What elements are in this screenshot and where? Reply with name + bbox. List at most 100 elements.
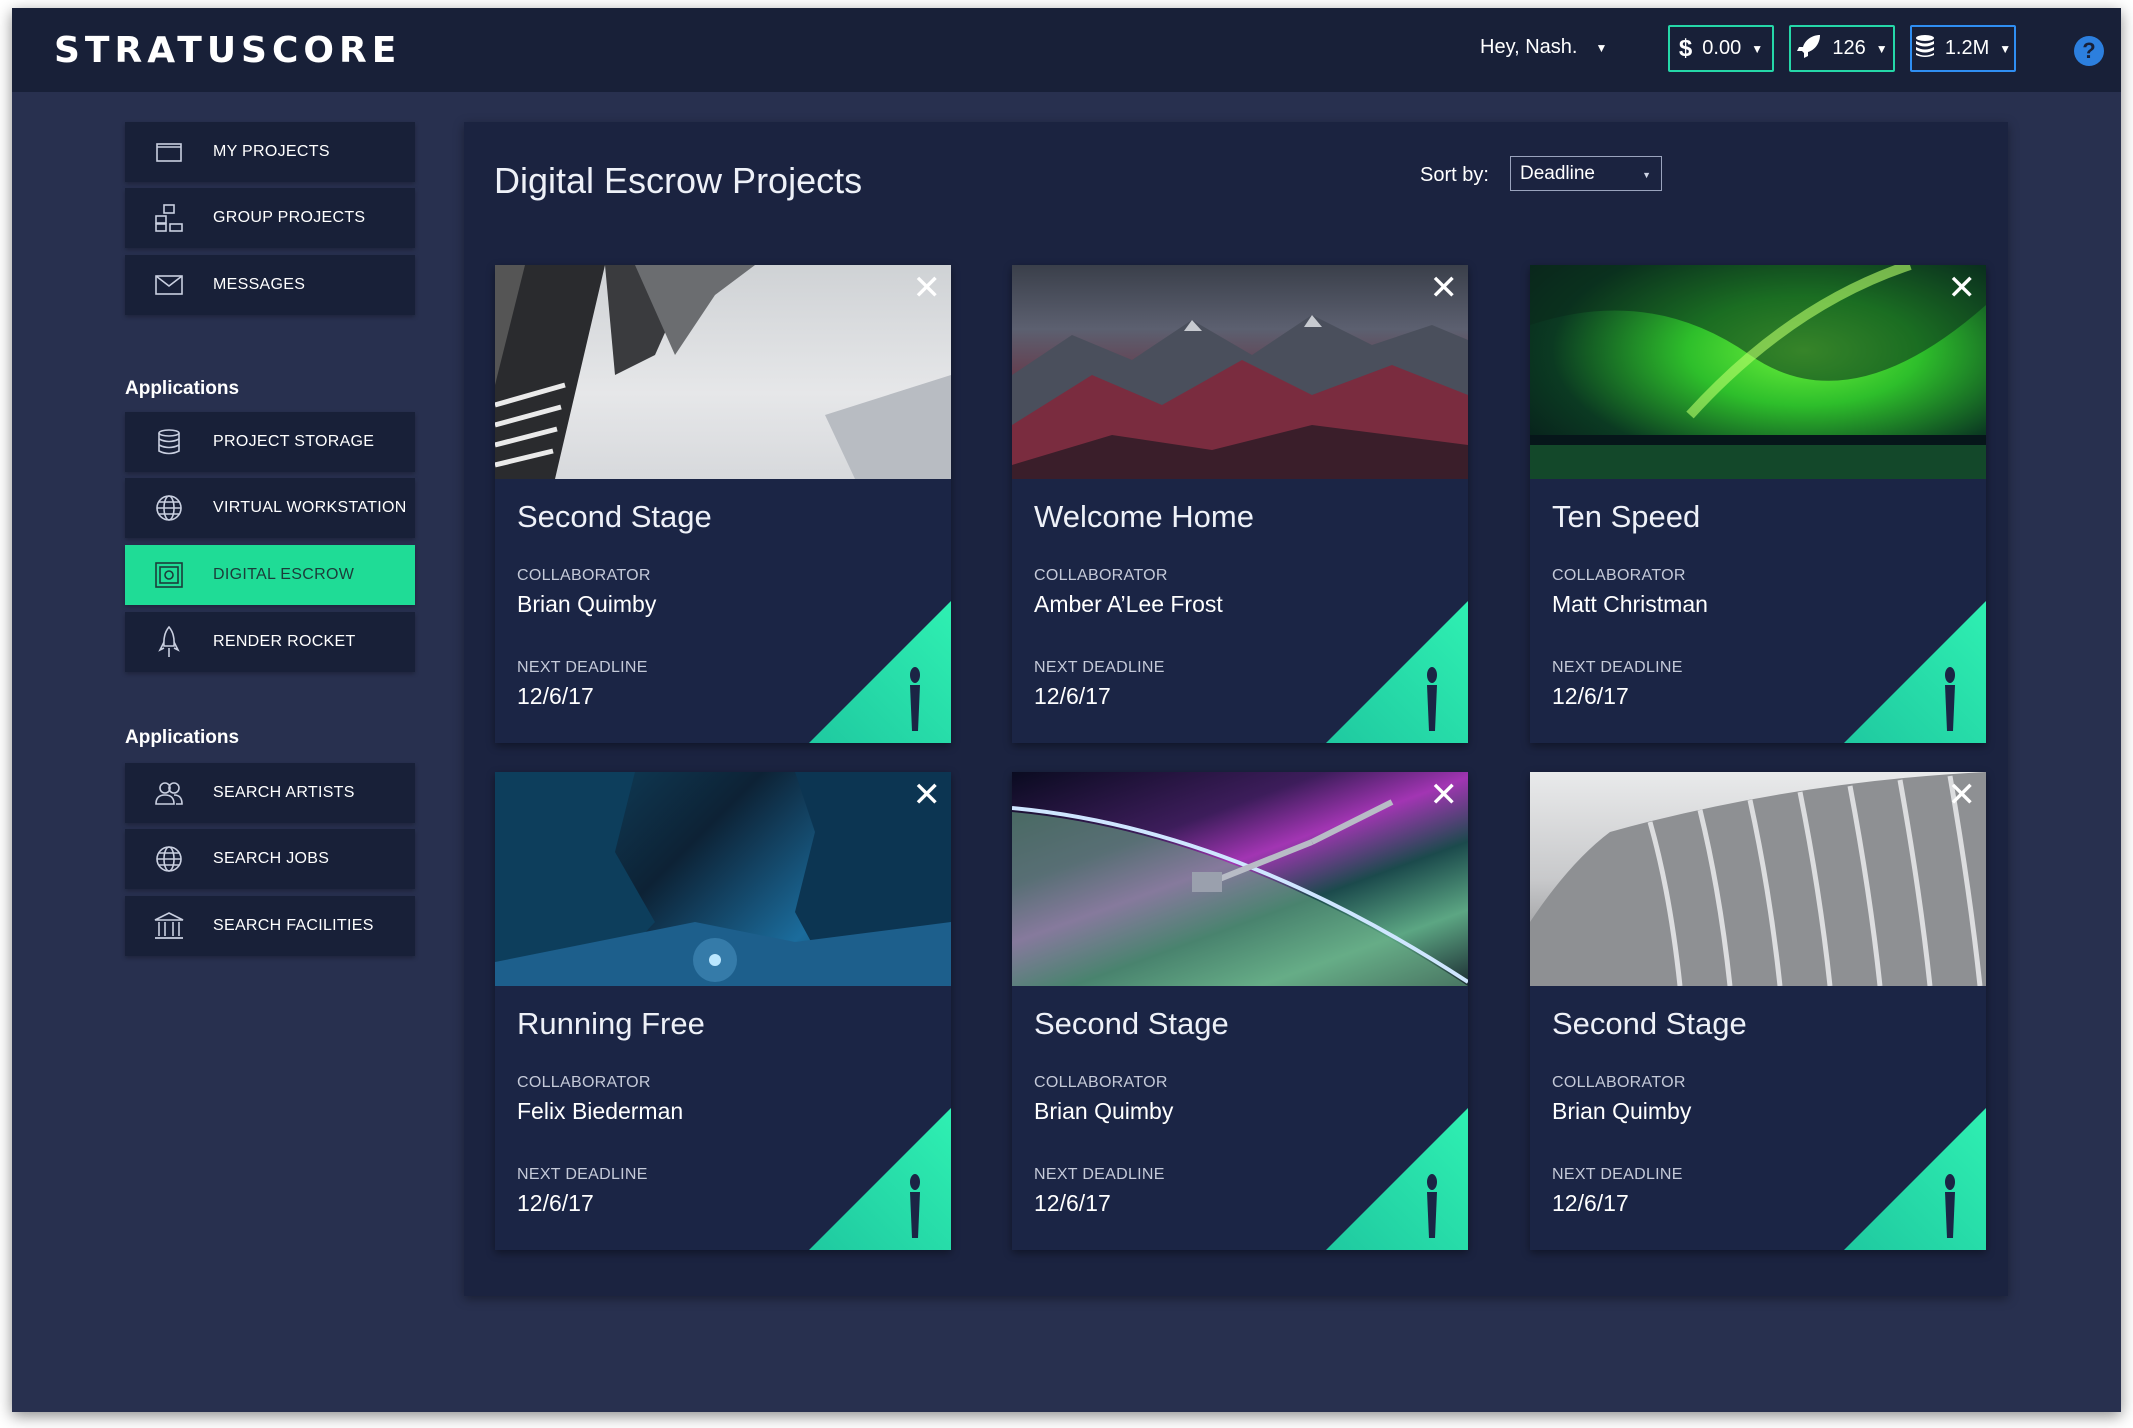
close-icon[interactable]: ✕ [1948, 271, 1977, 305]
sidebar-item-render-rocket[interactable]: RENDER ROCKET [125, 612, 415, 672]
deadline-label: NEXT DEADLINE [1552, 1166, 1683, 1183]
project-title: Welcome Home [1034, 499, 1254, 534]
collaborator-name: Amber A’Lee Frost [1034, 591, 1223, 617]
torch-badge[interactable] [809, 601, 951, 743]
collaborator-name: Felix Biederman [517, 1098, 684, 1124]
sidebar-item-project-storage[interactable]: PROJECT STORAGE [125, 412, 415, 472]
user-menu[interactable]: Hey, Nash. ▼ [1480, 36, 1607, 59]
project-image [1530, 265, 1986, 479]
collaborator-label: COLLABORATOR [1552, 567, 1686, 584]
project-card[interactable]: ✕ Welcome Home COLLABORATOR Amber A’Lee … [1012, 265, 1468, 743]
app-window: STRATUSCORE Hey, Nash. ▼ $ 0.00 ▼ 126 ▼ … [12, 8, 2121, 1412]
project-image [495, 772, 951, 986]
page-title: Digital Escrow Projects [494, 160, 863, 201]
sidebar-item-search-facilities[interactable]: SEARCH FACILITIES [125, 896, 415, 956]
project-title: Second Stage [517, 499, 712, 534]
deadline-label: NEXT DEADLINE [517, 659, 648, 676]
deadline-label: NEXT DEADLINE [1552, 659, 1683, 676]
close-icon[interactable]: ✕ [1430, 778, 1459, 812]
project-title: Ten Speed [1552, 499, 1701, 534]
torch-badge[interactable] [1844, 601, 1986, 743]
chevron-down-icon: ▼ [1642, 170, 1651, 180]
chevron-down-icon: ▼ [1999, 41, 2012, 56]
chevron-down-icon: ▼ [1751, 41, 1764, 56]
rockets-button[interactable]: 126 ▼ [1789, 25, 1895, 72]
help-icon[interactable]: ? [2074, 36, 2104, 66]
project-title: Second Stage [1034, 1006, 1229, 1041]
dollar-icon: $ [1678, 34, 1693, 62]
sidebar-item-digital-escrow[interactable]: DIGITAL ESCROW [125, 545, 415, 605]
project-card[interactable]: ✕ Second Stage COLLABORATOR Brian Quimby… [495, 265, 951, 743]
storage-value: 1.2M [1944, 37, 1990, 59]
section-heading-applications: Applications [125, 378, 240, 399]
collaborator-name: Brian Quimby [1034, 1098, 1174, 1124]
collaborator-label: COLLABORATOR [1034, 567, 1168, 584]
deadline-label: NEXT DEADLINE [1034, 1166, 1165, 1183]
chevron-down-icon: ▼ [1875, 41, 1888, 56]
globe-icon [125, 845, 213, 873]
project-card[interactable]: ✕ Second Stage COLLABORATOR Brian Quimby… [1012, 772, 1468, 1250]
envelope-icon [125, 275, 213, 295]
torch-badge[interactable] [1326, 601, 1468, 743]
building-icon [125, 912, 213, 940]
balance-value: 0.00 [1702, 37, 1742, 59]
torch-badge[interactable] [1326, 1108, 1468, 1250]
deadline-label: NEXT DEADLINE [1034, 659, 1165, 676]
sidebar-item-group-projects[interactable]: GROUP PROJECTS [125, 188, 415, 248]
deadline-value: 12/6/17 [1034, 683, 1111, 709]
database-icon [125, 429, 213, 455]
sidebar-item-virtual-workstation[interactable]: VIRTUAL WORKSTATION [125, 478, 415, 538]
sidebar-item-search-artists[interactable]: SEARCH ARTISTS [125, 763, 415, 823]
close-icon[interactable]: ✕ [1430, 271, 1459, 305]
database-icon [1915, 34, 1935, 64]
collaborator-label: COLLABORATOR [1552, 1074, 1686, 1091]
storage-button[interactable]: 1.2M ▼ [1910, 25, 2016, 72]
people-icon [125, 780, 213, 806]
collaborator-name: Brian Quimby [1552, 1098, 1692, 1124]
sidebar-item-my-projects[interactable]: MY PROJECTS [125, 122, 415, 182]
collaborator-label: COLLABORATOR [1034, 1074, 1168, 1091]
group-projects-icon [125, 204, 213, 232]
close-icon[interactable]: ✕ [1948, 778, 1977, 812]
sort-label: Sort by: [1420, 164, 1489, 186]
chevron-down-icon: ▼ [1595, 40, 1608, 55]
deadline-value: 12/6/17 [517, 683, 594, 709]
deadline-value: 12/6/17 [1034, 1190, 1111, 1216]
globe-icon [125, 494, 213, 522]
sidebar-item-search-jobs[interactable]: SEARCH JOBS [125, 829, 415, 889]
balance-button[interactable]: $ 0.00 ▼ [1668, 25, 1774, 72]
close-icon[interactable]: ✕ [913, 271, 942, 305]
deadline-value: 12/6/17 [517, 1190, 594, 1216]
close-icon[interactable]: ✕ [913, 778, 942, 812]
section-heading-applications-2: Applications [125, 727, 240, 748]
project-title: Second Stage [1552, 1006, 1747, 1041]
collaborator-name: Brian Quimby [517, 591, 657, 617]
logo[interactable]: STRATUSCORE [54, 30, 401, 71]
project-card[interactable]: ✕ Running Free COLLABORATOR Felix Bieder… [495, 772, 951, 1250]
collaborator-name: Matt Christman [1552, 591, 1708, 617]
collaborator-label: COLLABORATOR [517, 1074, 651, 1091]
project-image [1012, 265, 1468, 479]
deadline-value: 12/6/17 [1552, 1190, 1629, 1216]
rocket-icon [125, 626, 213, 658]
deadline-value: 12/6/17 [1552, 683, 1629, 709]
rockets-value: 126 [1832, 37, 1866, 59]
project-card[interactable]: ✕ Second Stage COLLABORATOR Brian Quimby… [1530, 772, 1986, 1250]
project-image [495, 265, 951, 479]
project-image [1530, 772, 1986, 987]
greeting-text: Hey, Nash. [1480, 36, 1578, 58]
top-bar: STRATUSCORE Hey, Nash. ▼ $ 0.00 ▼ 126 ▼ … [12, 8, 2121, 92]
sort-select[interactable]: Deadline ▼ [1510, 156, 1662, 191]
sidebar-item-messages[interactable]: MESSAGES [125, 255, 415, 315]
collaborator-label: COLLABORATOR [517, 567, 651, 584]
deadline-label: NEXT DEADLINE [517, 1166, 648, 1183]
rocket-icon [1796, 33, 1822, 65]
sort-value: Deadline [1520, 162, 1595, 184]
folder-icon [125, 141, 213, 163]
project-card[interactable]: ✕ Ten Speed COLLABORATOR Matt Christman … [1530, 265, 1986, 743]
projects-panel: Digital Escrow Projects Sort by: Deadlin… [464, 122, 2008, 1296]
project-image [1012, 772, 1468, 986]
torch-badge[interactable] [809, 1108, 951, 1250]
project-title: Running Free [517, 1006, 705, 1041]
torch-badge[interactable] [1844, 1108, 1986, 1250]
